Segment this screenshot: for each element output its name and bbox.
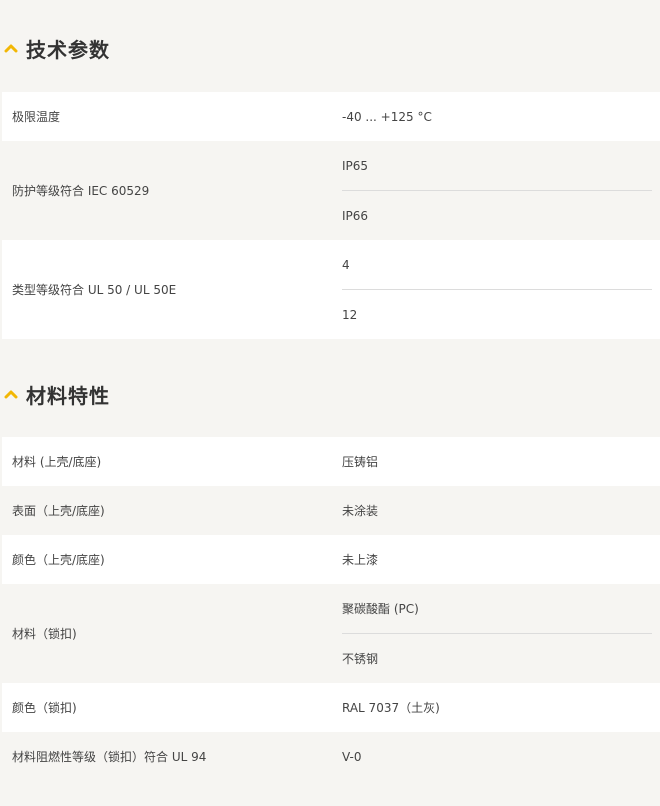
table-row: 防护等级符合 IEC 60529 IP65 IP66 xyxy=(2,141,660,240)
section-title: 材料特性 xyxy=(26,383,110,408)
spec-label: 颜色（锁扣) xyxy=(12,701,77,715)
spec-value: 不锈钢 xyxy=(342,633,652,683)
table-row: 类型等级符合 UL 50 / UL 50E 4 12 xyxy=(2,240,660,339)
section-header-technical[interactable]: 技术参数 xyxy=(0,0,660,92)
spec-values: -40 ... +125 °C xyxy=(332,92,660,141)
spec-values: 未涂装 xyxy=(332,486,660,535)
spec-value: 未上漆 xyxy=(342,553,379,567)
table-row: 颜色（上壳/底座) 未上漆 xyxy=(2,535,660,584)
spec-label: 材料 (上壳/底座) xyxy=(12,455,102,469)
spec-label: 防护等级符合 IEC 60529 xyxy=(12,184,150,198)
table-row: 材料（锁扣) 聚碳酸酯 (PC) 不锈钢 xyxy=(2,584,660,683)
table-row: 材料 (上壳/底座) 压铸铝 xyxy=(2,437,660,486)
spec-values: RAL 7037（土灰) xyxy=(332,683,660,732)
spec-values: V-0 xyxy=(332,732,660,781)
table-row: 极限温度 -40 ... +125 °C xyxy=(2,92,660,141)
spec-value: RAL 7037（土灰) xyxy=(342,701,440,715)
table-row: 表面（上壳/底座) 未涂装 xyxy=(2,486,660,535)
spec-value: 聚碳酸酯 (PC) xyxy=(342,602,419,616)
spec-value: 12 xyxy=(342,289,652,339)
spec-table-material: 材料 (上壳/底座) 压铸铝 表面（上壳/底座) 未涂装 颜色（上壳/底座) 未… xyxy=(2,437,660,781)
spec-values: 聚碳酸酯 (PC) 不锈钢 xyxy=(332,584,660,683)
chevron-up-icon[interactable] xyxy=(4,43,18,53)
chevron-up-icon[interactable] xyxy=(4,389,18,399)
table-row: 颜色（锁扣) RAL 7037（土灰) xyxy=(2,683,660,732)
spec-label: 颜色（上壳/底座) xyxy=(12,553,105,567)
spec-table-technical: 极限温度 -40 ... +125 °C 防护等级符合 IEC 60529 IP… xyxy=(2,92,660,339)
section-title: 技术参数 xyxy=(26,37,110,62)
spec-label: 表面（上壳/底座) xyxy=(12,504,105,518)
spec-value: V-0 xyxy=(342,749,362,764)
spec-value: -40 ... +125 °C xyxy=(342,109,432,124)
spec-values: 4 12 xyxy=(332,240,660,339)
spec-label: 材料阻燃性等级（锁扣）符合 UL 94 xyxy=(12,750,207,764)
spec-values: IP65 IP66 xyxy=(332,141,660,240)
product-specs-page: 技术参数 极限温度 -40 ... +125 °C 防护等级符合 IEC 605… xyxy=(0,0,660,806)
spec-values: 未上漆 xyxy=(332,535,660,584)
spec-value: 4 xyxy=(342,257,350,272)
table-row: 材料阻燃性等级（锁扣）符合 UL 94 V-0 xyxy=(2,732,660,781)
spec-value: 压铸铝 xyxy=(342,455,379,469)
spec-value: 未涂装 xyxy=(342,504,379,518)
section-header-material[interactable]: 材料特性 xyxy=(0,339,660,437)
spec-value: IP66 xyxy=(342,190,652,240)
spec-label: 材料（锁扣) xyxy=(12,627,77,641)
spec-label: 类型等级符合 UL 50 / UL 50E xyxy=(12,283,177,297)
spec-value: IP65 xyxy=(342,158,369,173)
spec-values: 压铸铝 xyxy=(332,437,660,486)
spec-label: 极限温度 xyxy=(12,110,61,124)
